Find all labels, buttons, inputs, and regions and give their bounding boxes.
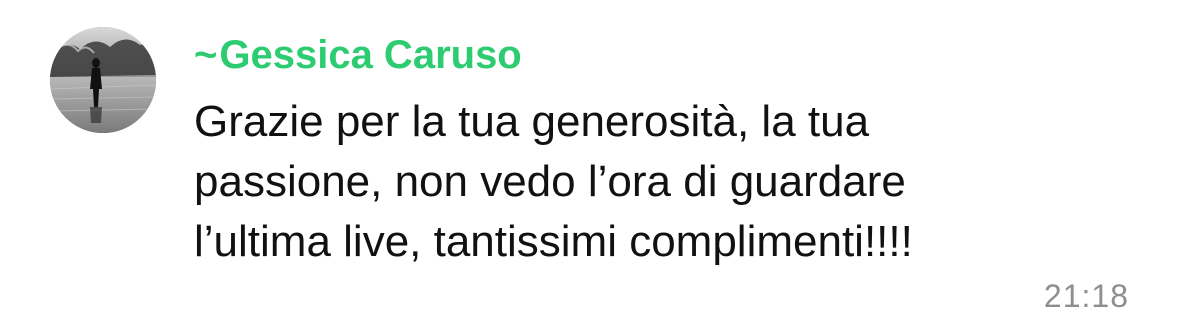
chat-message: ~Gessica Caruso Grazie per la tua genero…	[0, 0, 1179, 317]
sender-avatar[interactable]	[50, 27, 156, 133]
profile-photo-icon	[50, 27, 156, 133]
message-line: passione, non vedo l’ora di guardare	[194, 157, 906, 206]
sender-prefix: ~	[194, 33, 218, 77]
sender-name: Gessica Caruso	[219, 33, 522, 77]
message-line: Grazie per la tua generosità, la tua	[194, 97, 870, 146]
sender-name-row[interactable]: ~Gessica Caruso	[194, 32, 522, 78]
message-timestamp: 21:18	[1043, 278, 1129, 314]
message-line: l’ultima live, tantissimi complimenti!!!…	[194, 217, 913, 266]
message-text: Grazie per la tua generosità, la tua pas…	[194, 92, 1094, 272]
